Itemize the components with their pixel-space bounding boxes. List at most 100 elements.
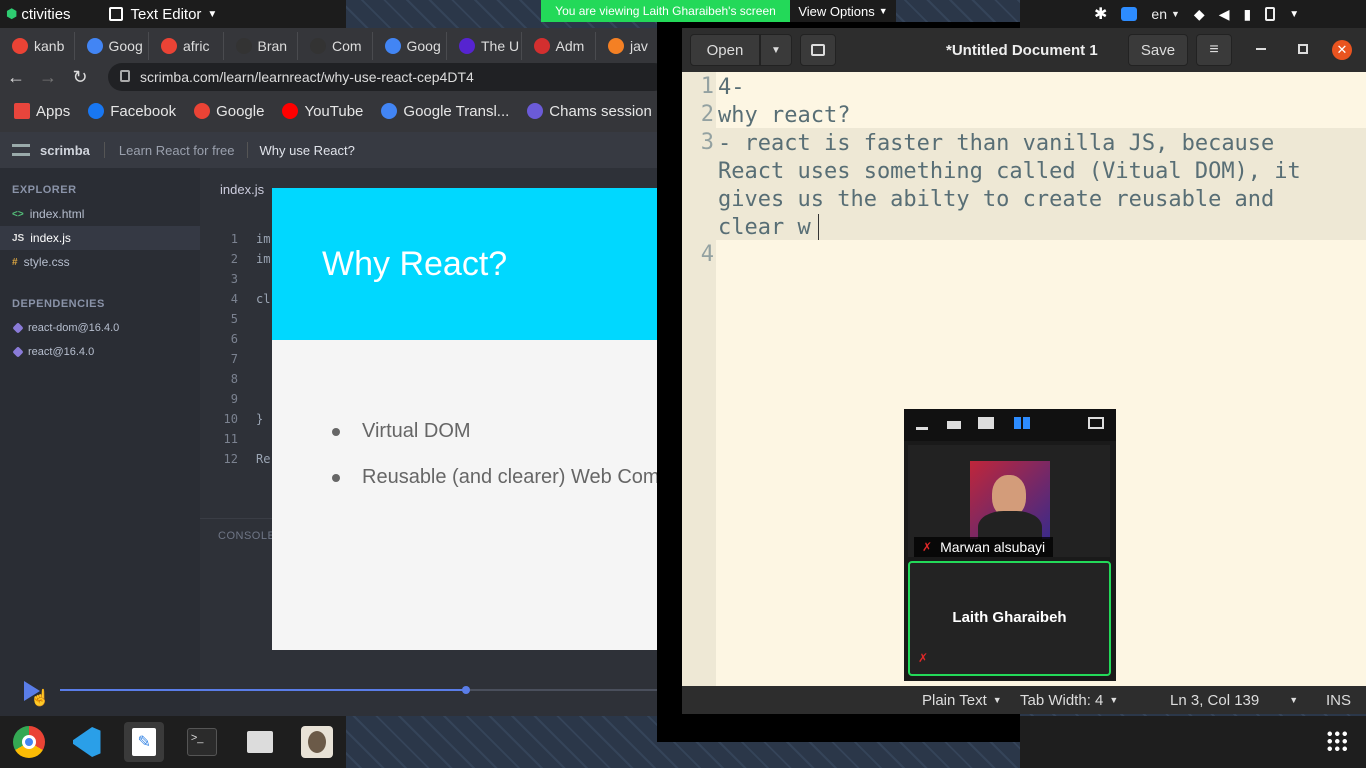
app-menu[interactable]: Text Editor	[131, 6, 202, 23]
explorer-file[interactable]: <> index.html	[0, 202, 200, 226]
zoom-icon	[527, 103, 544, 119]
maximize-button[interactable]	[1298, 44, 1308, 54]
bullet-text: Reusable (and clearer) Web Com	[362, 466, 657, 488]
chrome-icon[interactable]	[9, 722, 49, 762]
text-editor-dock-icon[interactable]: ✎	[124, 722, 165, 762]
participant-tile[interactable]: ✗ Marwan alsubayi	[908, 445, 1110, 557]
breadcrumb-lesson[interactable]: Why use React?	[260, 143, 355, 158]
code-line-number: 4	[230, 292, 238, 306]
browser-tab[interactable]: Goog	[75, 32, 149, 60]
file-name: index.js	[30, 231, 71, 245]
minimize-button[interactable]	[1256, 48, 1266, 50]
bookmark-item[interactable]: Facebook	[88, 103, 176, 120]
terminal-icon[interactable]: >_	[182, 722, 222, 762]
browser-tab[interactable]: afric	[149, 32, 224, 60]
dependency-item[interactable]: react@16.4.0	[12, 346, 94, 358]
editor-tab[interactable]: index.js	[220, 182, 264, 197]
open-label: Open	[706, 41, 744, 59]
text-editor-app-icon	[108, 7, 123, 21]
bookmark-item[interactable]: Apps	[14, 103, 70, 120]
speaker-view-icon[interactable]	[978, 417, 994, 429]
bookmark-item[interactable]: Chams session	[527, 103, 652, 120]
slack-icon[interactable]: ✱	[1094, 4, 1107, 24]
bookmarks-bar: Apps Facebook Google YouTube Google Transl..…	[0, 94, 657, 128]
muted-mic-icon: ✗	[918, 651, 929, 665]
single-speaker-icon[interactable]	[947, 421, 961, 429]
language-indicator[interactable]: en ▼	[1151, 6, 1180, 22]
bookmark-item[interactable]: YouTube	[282, 103, 363, 120]
progress-knob[interactable]	[461, 686, 470, 694]
forward-button[interactable]: →	[32, 61, 64, 93]
line-gutter: 1 2 3 4	[682, 72, 716, 686]
browser-tab-label: jav	[630, 38, 648, 54]
exit-panel-icon[interactable]	[1088, 417, 1104, 429]
status-bar: Plain Text ▼ Tab Width: 4 ▼ Ln 3, Col 139 ▼…	[682, 686, 1366, 714]
screen-share-banner: You are viewing Laith Gharaibeh's screen	[541, 0, 790, 22]
gallery-view-icon[interactable]	[1014, 417, 1030, 429]
browser-tab-label: Bran	[257, 38, 288, 54]
open-button[interactable]: Open	[690, 34, 760, 66]
url-text: scrimba.com/learn/learnreact/why-use-rea…	[140, 69, 474, 85]
explorer-file[interactable]: JS index.js	[0, 226, 200, 250]
scrimba-header: scrimba Learn React for free Why use Rea…	[0, 132, 657, 168]
battery-icon[interactable]	[1265, 7, 1276, 21]
language-selector[interactable]: Plain Text ▼	[922, 692, 1002, 709]
chevron-down-icon: ▼	[771, 44, 781, 56]
browser-tab[interactable]: kanb	[0, 32, 75, 60]
slide-bullet: Reusable (and clearer) Web Com	[332, 466, 657, 489]
package-icon	[12, 322, 24, 334]
vscode-icon[interactable]	[67, 722, 107, 762]
activities-button[interactable]: ctivities	[21, 6, 70, 23]
lesson-slide: Why React? Virtual DOM Reusable (and cle…	[272, 188, 657, 650]
view-options-button[interactable]: View Options ▼	[790, 0, 896, 22]
bookmark-label: Google Transl...	[403, 102, 510, 120]
chevron-down-icon[interactable]: ▼	[1289, 9, 1299, 20]
tab-width-selector[interactable]: Tab Width: 4 ▼	[1020, 692, 1118, 709]
gimp-icon[interactable]	[297, 722, 337, 762]
browser-tab[interactable]: Adm	[522, 32, 596, 60]
bookmark-item[interactable]: Google	[194, 103, 264, 120]
browser-tab[interactable]: The U	[447, 32, 522, 60]
line-number: 1	[700, 74, 714, 99]
google-translate-icon	[381, 103, 398, 119]
explorer-file[interactable]: # style.css	[0, 250, 200, 274]
breadcrumb-separator	[246, 142, 248, 158]
breadcrumb-course[interactable]: Learn React for free	[119, 143, 235, 158]
open-menu-button[interactable]: ▼	[760, 34, 792, 66]
document-title: *Untitled Document 1	[946, 41, 1098, 59]
browser-tab[interactable]: Com	[298, 32, 373, 60]
google-icon	[12, 38, 28, 54]
hamburger-menu-button[interactable]: ≡	[1196, 34, 1232, 66]
slide-title: Why React?	[272, 188, 657, 340]
save-button[interactable]: Save	[1128, 34, 1188, 66]
participant-tile-active[interactable]: Laith Gharaibeh ✗	[908, 561, 1111, 676]
dependency-item[interactable]: react-dom@16.4.0	[12, 322, 119, 334]
participant-label: ✗ Marwan alsubayi	[914, 537, 1054, 557]
progress-track[interactable]	[60, 686, 657, 694]
code-line: Re	[256, 452, 271, 466]
reload-button[interactable]: ↻	[64, 61, 96, 93]
scrimba-logo[interactable]: scrimba	[40, 143, 90, 158]
text-line: why react?	[718, 103, 851, 128]
close-button[interactable]: ✕	[1332, 40, 1352, 60]
minimize-video-icon[interactable]	[916, 427, 928, 430]
browser-tab[interactable]: Bran	[224, 32, 298, 60]
zoom-video-panel: ✗ Marwan alsubayi Laith Gharaibeh ✗	[904, 409, 1116, 681]
new-tab-button[interactable]	[800, 34, 836, 66]
browser-tab[interactable]: Goog	[373, 32, 447, 60]
url-bar[interactable]: scrimba.com/learn/learnreact/why-use-rea…	[108, 63, 668, 91]
zoom-tray-icon[interactable]	[1121, 7, 1138, 21]
show-applications-icon[interactable]	[1326, 730, 1348, 752]
text-line: 4-	[718, 75, 745, 100]
bookmark-item[interactable]: Google Transl...	[381, 103, 509, 120]
volume-icon[interactable]: ◀	[1219, 6, 1230, 23]
file-explorer: EXPLORER <> index.html JS index.js # style.cs…	[0, 168, 200, 716]
files-icon[interactable]	[240, 722, 280, 762]
back-button[interactable]: ←	[0, 61, 32, 93]
cursor-position[interactable]: Ln 3, Col 139 ▼	[1170, 692, 1298, 709]
cursor-pointer: ☝	[30, 690, 50, 707]
wifi-icon[interactable]: ◆	[1194, 6, 1205, 23]
microphone-icon[interactable]: ▮	[1243, 6, 1251, 23]
console-heading: CONSOLE	[218, 530, 276, 542]
cursor-position-label: Ln 3, Col 139	[1170, 691, 1260, 709]
